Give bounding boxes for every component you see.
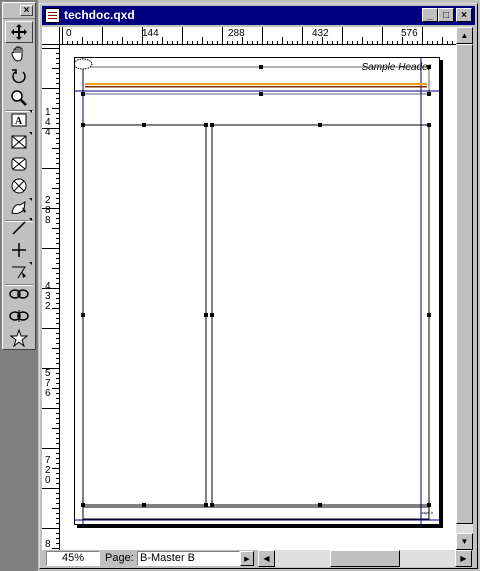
left-column-box[interactable] bbox=[82, 124, 207, 506]
ruler-label: 0 bbox=[45, 475, 51, 486]
text-box-tool-icon[interactable]: A bbox=[5, 109, 33, 131]
orthogonal-line-tool-icon[interactable] bbox=[5, 239, 33, 261]
submenu-indicator-icon bbox=[29, 218, 32, 221]
ruler-label: 432 bbox=[312, 28, 329, 39]
close-button[interactable]: × bbox=[456, 8, 472, 22]
scroll-left-button[interactable]: ◀ bbox=[258, 550, 275, 567]
vertical-ruler[interactable]: 1 4 4 2 8 8 4 3 2 5 7 6 7 2 0 8 bbox=[42, 45, 60, 550]
ruler-label: 0 bbox=[66, 28, 72, 39]
vertical-scroll-thumb[interactable] bbox=[456, 44, 473, 524]
link-chain-icon[interactable] bbox=[75, 58, 93, 70]
scroll-right-button[interactable]: ▶ bbox=[455, 550, 472, 567]
tool-palette-close-button[interactable]: × bbox=[20, 5, 33, 16]
window-title: techdoc.qxd bbox=[64, 8, 135, 22]
submenu-indicator-icon bbox=[29, 110, 32, 113]
ruler-label: 576 bbox=[401, 28, 418, 39]
down-arrow-icon: ▼ bbox=[460, 537, 469, 546]
submenu-indicator-icon bbox=[29, 132, 32, 135]
vertical-scrollbar[interactable]: ▲ ▼ bbox=[456, 27, 473, 550]
page-layout bbox=[75, 58, 441, 526]
bezier-picture-box-tool-icon[interactable] bbox=[5, 197, 33, 219]
item-tool-icon[interactable] bbox=[5, 21, 33, 43]
ruler-label: 288 bbox=[228, 28, 245, 39]
ruler-label: 8 bbox=[45, 539, 51, 550]
linking-tool-icon[interactable] bbox=[5, 283, 33, 305]
maximize-button[interactable]: □ bbox=[438, 8, 454, 22]
selection-handles[interactable] bbox=[81, 65, 431, 507]
page-field[interactable]: B-Master B bbox=[137, 551, 240, 566]
status-bar: 45% Page: B-Master B ▶ ◀ ▶ bbox=[42, 550, 473, 567]
zoom-field[interactable]: 45% bbox=[46, 551, 100, 566]
tool-palette-body: × A bbox=[2, 2, 36, 350]
right-arrow-icon: ▶ bbox=[460, 554, 467, 563]
tool-palette: × A bbox=[0, 0, 38, 571]
up-arrow-icon: ▲ bbox=[460, 31, 469, 40]
oval-picture-box-tool-icon[interactable] bbox=[5, 175, 33, 197]
content-tool-icon[interactable] bbox=[5, 43, 33, 65]
ruler-label: 144 bbox=[142, 28, 159, 39]
window-titlebar[interactable]: techdoc.qxd _ □ × bbox=[42, 6, 475, 25]
scroll-up-button[interactable]: ▲ bbox=[456, 27, 473, 44]
submenu-indicator-icon bbox=[29, 262, 32, 265]
unlinking-tool-icon[interactable] bbox=[5, 305, 33, 327]
header-text: Sample Header bbox=[361, 62, 431, 73]
ruler-label: 8 bbox=[45, 215, 51, 226]
document-icon[interactable] bbox=[45, 8, 60, 23]
header-rule-dark[interactable] bbox=[85, 86, 427, 88]
rectangle-picture-box-tool-icon[interactable] bbox=[5, 131, 33, 153]
minimize-button[interactable]: _ bbox=[422, 8, 438, 22]
footer-text: page # bbox=[420, 510, 433, 515]
horizontal-ruler-ticks bbox=[62, 27, 453, 44]
ruler-label: 2 bbox=[45, 301, 51, 312]
picture-box-tool-icon[interactable] bbox=[5, 153, 33, 175]
left-arrow-icon: ◀ bbox=[263, 554, 270, 563]
ruler-label: 4 bbox=[45, 127, 51, 138]
document-window: techdoc.qxd _ □ × 0 144 288 432 576 1 4 … bbox=[39, 3, 478, 569]
rotation-tool-icon[interactable] bbox=[5, 65, 33, 87]
ruler-origin[interactable] bbox=[42, 27, 60, 45]
star-tool-icon[interactable] bbox=[5, 327, 33, 349]
page-label: Page: bbox=[105, 552, 134, 564]
master-page[interactable]: Sample Header page # bbox=[74, 57, 441, 526]
horizontal-scroll-thumb[interactable] bbox=[330, 550, 400, 567]
right-triangle-icon: ▶ bbox=[244, 555, 250, 563]
pasteboard[interactable]: Sample Header page # bbox=[60, 45, 456, 550]
zoom-tool-icon[interactable] bbox=[5, 87, 33, 109]
right-column-box[interactable] bbox=[211, 124, 430, 506]
page-menu-button[interactable]: ▶ bbox=[240, 551, 254, 566]
header-rule[interactable] bbox=[85, 83, 427, 85]
tool-palette-titlebar[interactable]: × bbox=[3, 3, 35, 19]
submenu-indicator-icon bbox=[29, 198, 32, 201]
ruler-label: 6 bbox=[45, 388, 51, 399]
bezier-line-tool-icon[interactable] bbox=[5, 261, 33, 283]
scroll-down-button[interactable]: ▼ bbox=[456, 533, 473, 550]
horizontal-ruler[interactable]: 0 144 288 432 576 bbox=[60, 27, 456, 45]
svg-text:A: A bbox=[15, 116, 23, 127]
footer-text-box[interactable] bbox=[82, 506, 430, 520]
line-tool-icon[interactable] bbox=[5, 217, 33, 239]
